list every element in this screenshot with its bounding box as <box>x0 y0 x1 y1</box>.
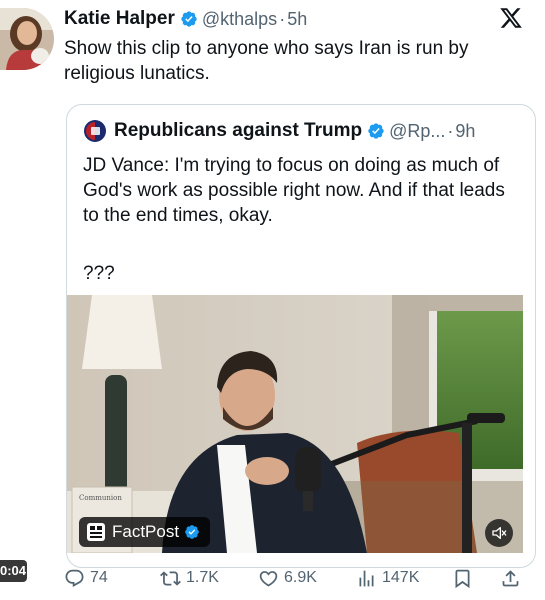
book-title: Communion <box>79 494 122 502</box>
views-count: 147K <box>382 569 420 586</box>
tweet-text: Show this clip to anyone who says Iran i… <box>64 38 469 84</box>
tweet-header: Katie Halper @kthalps · 5h <box>64 8 307 30</box>
quoted-tweet-header: Republicans against Trump @Rp... · 9h <box>83 119 475 143</box>
share-icon <box>502 569 519 586</box>
quoted-tweet-text: JD Vance: I'm trying to focus on doing a… <box>83 155 505 226</box>
bookmark-icon <box>455 569 470 588</box>
reply-count: 74 <box>90 569 108 586</box>
quoted-tweet-time[interactable]: 9h <box>455 121 475 142</box>
quoted-tweet-card[interactable]: Republicans against Trump @Rp... · 9h JD… <box>66 104 536 568</box>
repost-icon <box>160 570 181 586</box>
like-count: 6.9K <box>284 569 317 586</box>
reply-icon <box>65 569 84 587</box>
repost-count: 1.7K <box>186 569 219 586</box>
views-button[interactable]: 147K <box>356 566 419 590</box>
verified-badge-icon <box>185 525 199 539</box>
author-name[interactable]: Katie Halper <box>64 8 175 30</box>
action-bar: 74 1.7K 6.9K 147K <box>64 566 529 590</box>
share-button[interactable] <box>500 566 526 590</box>
quoted-author-handle[interactable]: @Rp... <box>389 121 445 142</box>
quoted-author-name[interactable]: Republicans against Trump <box>114 120 362 142</box>
author-avatar[interactable] <box>0 8 54 70</box>
x-logo-icon[interactable] <box>499 6 523 30</box>
quoted-tweet-text-2: ??? <box>83 263 115 284</box>
video-duration: 0:04 <box>0 560 27 582</box>
video-watermark-text: FactPost <box>112 522 180 541</box>
verified-badge-icon <box>368 123 384 139</box>
views-icon <box>359 570 374 586</box>
quoted-header-separator: · <box>447 120 454 141</box>
author-handle[interactable]: @kthalps <box>202 9 277 30</box>
bookmark-button[interactable] <box>452 566 478 590</box>
mute-button[interactable] <box>485 519 513 547</box>
video-watermark-badge: FactPost <box>79 517 211 547</box>
speaker-muted-icon <box>492 527 507 539</box>
repost-button[interactable]: 1.7K <box>160 566 219 590</box>
header-separator: · <box>279 8 286 29</box>
video-frame: Communion <box>67 295 523 553</box>
video-player[interactable]: Communion FactPost <box>67 295 523 553</box>
factpost-logo-icon <box>87 523 105 541</box>
like-button[interactable]: 6.9K <box>258 566 317 590</box>
verified-badge-icon <box>181 11 197 27</box>
heart-icon <box>259 570 278 587</box>
tweet-time[interactable]: 5h <box>287 9 307 30</box>
quoted-author-avatar[interactable] <box>83 119 107 143</box>
reply-button[interactable]: 74 <box>64 566 108 590</box>
